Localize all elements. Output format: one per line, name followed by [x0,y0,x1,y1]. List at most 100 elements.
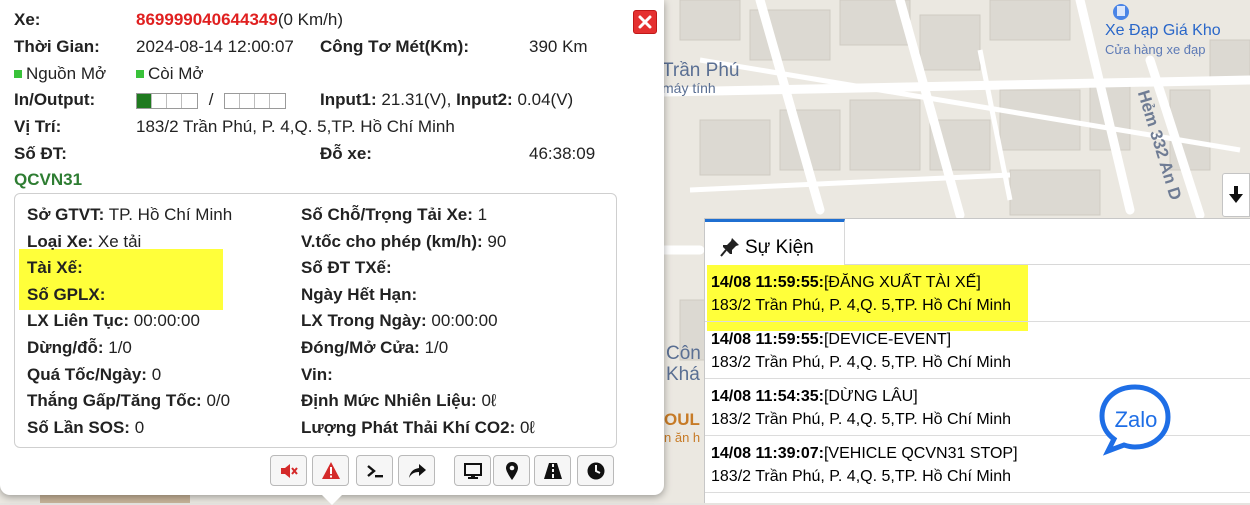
monitor-button[interactable] [454,455,491,486]
parking-value: 46:38:09 [529,144,596,163]
tab-events[interactable]: Sự Kiện [705,219,845,265]
poi-title[interactable]: Xe Đạp Giá Kho [1105,22,1221,40]
fuel-value: 0ℓ [481,391,497,410]
power-label: Nguồn Mở [26,64,107,83]
scroll-down-button[interactable] [1222,173,1250,217]
vehicle-id[interactable]: 869999040644349 [136,10,278,29]
overspeed-label: Quá Tốc/Ngày: [27,365,147,384]
arrow-down-icon [1229,186,1243,203]
fuel-row: Định Mức Nhiên Liệu: 0ℓ [301,391,496,411]
door-value: 1/0 [424,338,449,357]
event-type: [DEVICE-EVENT] [823,331,952,348]
license-label: Số GPLX: [27,285,106,304]
event-time: 14/08 11:59:55: [711,274,824,291]
share-button[interactable] [398,455,435,486]
input1-value: 21.31(V), [381,90,452,109]
map-partial-label: Khá [666,364,700,385]
overspeed-value: 0 [151,365,162,384]
vin-label: Vin: [301,365,333,384]
event-type: [VEHICLE QCVN31 STOP] [823,445,1018,462]
io-cell [182,94,197,108]
mute-button[interactable] [270,455,307,486]
speed-limit-value: 90 [487,232,507,251]
monitor-icon [463,462,482,479]
info-window-tail [322,495,342,505]
event-type: [ĐĂNG XUẤT TÀI XẾ] [823,274,981,291]
tab-events-label: Sự Kiện [745,237,814,258]
parking-label: Đỗ xe: [320,144,372,163]
co2-value: 0ℓ [519,418,535,437]
stops-label: Dừng/đỗ: [27,338,104,357]
type-label: Loại Xe: [27,232,94,251]
event-address: 183/2 Trần Phú, P. 4,Q. 5,TP. Hồ Chí Min… [711,411,1012,428]
overspeed-row: Quá Tốc/Ngày: 0 [27,365,161,385]
status-dot [14,70,22,79]
daily-value: 00:00:00 [431,311,498,330]
location-value: 183/2 Trần Phú, P. 4,Q. 5,TP. Hồ Chí Min… [136,117,455,136]
driver-phone-label: Số ĐT TXế: [301,258,392,277]
event-type: [DỪNG LÂU] [823,388,918,405]
event-item[interactable]: 14/08 11:59:55:[ĐĂNG XUẤT TÀI XẾ] 183/2 … [705,265,1250,322]
clock-icon [587,462,604,479]
map-partial-label: Côn [666,343,701,364]
zalo-chat-button[interactable]: Zalo [1098,383,1172,457]
location-label: Vị Trí: [14,117,62,136]
speed-limit-label: V.tốc cho phép (km/h): [301,232,483,251]
time-label: Thời Gian: [14,37,100,56]
zalo-icon: Zalo [1099,384,1171,456]
io-indicators: / [136,90,287,110]
odometer-value: 390 Km [529,37,588,56]
event-header: 14/08 11:59:55:[DEVICE-EVENT] [711,331,951,349]
status-dot [136,70,144,79]
io-cell [255,93,271,108]
phone-label: Số ĐT: [14,144,67,163]
seats-row: Số Chỗ/Trọng Tải Xe: 1 [301,205,487,225]
vehicle-speed: (0 Km/h) [277,10,344,29]
terminal-button[interactable] [356,455,393,486]
io-cell [270,94,285,108]
io-cell [225,93,241,108]
close-icon [638,15,652,29]
power-status: Nguồn Mở [12,64,106,84]
stops-value: 1/0 [108,338,132,357]
input1-label: Input1: [320,90,377,109]
type-value: Xe tải [97,232,142,251]
continuous-value: 00:00:00 [133,311,200,330]
dept-label: Sở GTVT: [27,205,105,224]
io-cell [167,93,182,108]
horn-label: Còi Mở [148,64,204,83]
zalo-label: Zalo [1115,407,1158,432]
input-indicator [136,92,198,109]
share-icon [408,463,426,478]
event-address: 183/2 Trần Phú, P. 4,Q. 5,TP. Hồ Chí Min… [711,297,1012,314]
clock-button[interactable] [577,455,614,486]
daily-label: LX Trong Ngày: [301,311,427,330]
warning-button[interactable] [312,455,349,486]
io-cell [240,93,256,108]
qcvn-panel: Sở GTVT: TP. Hồ Chí Minh Số Chỗ/Trọng Tả… [14,193,617,448]
events-panel: Sự Kiện 14/08 11:59:55:[ĐĂNG XUẤT TÀI XẾ… [704,218,1250,503]
dept-row: Sở GTVT: TP. Hồ Chí Minh [27,205,232,225]
qcvn-section-title: QCVN31 [14,170,83,189]
event-header: 14/08 11:59:55:[ĐĂNG XUẤT TÀI XẾ] [711,274,981,292]
event-item[interactable]: 14/08 11:59:55:[DEVICE-EVENT] 183/2 Trần… [705,322,1250,379]
event-address: 183/2 Trần Phú, P. 4,Q. 5,TP. Hồ Chí Min… [711,354,1012,371]
type-row: Loại Xe: Xe tải [27,232,141,252]
road-button[interactable] [534,455,571,486]
input-readings: Input1: 21.31(V), Input2: 0.04(V) [320,90,573,110]
input2-label: Input2: [456,90,513,109]
io-separator: / [208,90,214,109]
vehicle-info-window: Xe: 869999040644349(0 Km/h) Thời Gian: 2… [0,0,664,505]
event-time: 14/08 11:39:07: [711,445,824,462]
fuel-label: Định Mức Nhiên Liệu: [301,391,477,410]
map-pin-button[interactable] [493,455,530,486]
terminal-icon [366,464,383,477]
road-icon [543,462,562,479]
vehicle-label: Xe: [14,10,41,29]
odometer-label: Công Tơ Mét(Km): [320,37,469,56]
io-cell [137,93,152,108]
brake-value: 0/0 [206,391,231,410]
poi-subtitle: Cửa hàng xe đạp [1105,42,1206,57]
close-button[interactable] [633,10,657,34]
horn-status: Còi Mở [134,64,204,84]
